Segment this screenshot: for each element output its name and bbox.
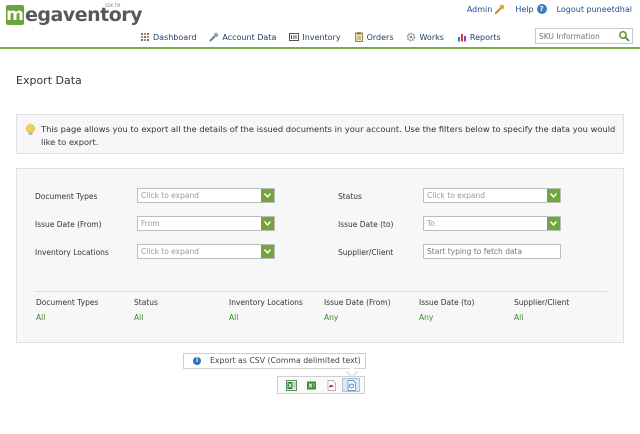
status-label: Status bbox=[338, 192, 362, 201]
info-text: This page allows you to export all the d… bbox=[41, 124, 616, 147]
select-value: Click to expand bbox=[141, 247, 199, 256]
supplier-client-input[interactable] bbox=[427, 246, 555, 257]
summary-divider bbox=[35, 291, 607, 292]
summary-value: All bbox=[514, 313, 524, 322]
select-value: To bbox=[427, 219, 435, 228]
logout-link[interactable]: Logout puneetdhal bbox=[557, 5, 632, 14]
summary-value: Any bbox=[324, 313, 339, 322]
issue-date-to-select[interactable]: To bbox=[423, 216, 561, 231]
document-types-select[interactable]: Click to expand bbox=[137, 188, 275, 203]
chevron-down-icon bbox=[264, 221, 271, 226]
export-pdf-button[interactable] bbox=[322, 378, 340, 392]
issue-date-from-label: Issue Date (From) bbox=[35, 220, 102, 229]
dropdown-arrow bbox=[547, 217, 560, 230]
select-value: Click to expand bbox=[141, 191, 199, 200]
summary-header: Inventory Locations bbox=[229, 298, 303, 307]
dashboard-icon bbox=[141, 33, 149, 41]
issue-date-to-label: Issue Date (to) bbox=[338, 220, 394, 229]
export-csv-button[interactable] bbox=[342, 378, 360, 392]
summary-header: Status bbox=[134, 298, 158, 307]
nav-label: Reports bbox=[469, 32, 501, 42]
summary-value: All bbox=[229, 313, 239, 322]
nav-item-orders[interactable]: Orders bbox=[354, 32, 394, 42]
chevron-down-icon bbox=[264, 193, 271, 198]
inventory-icon bbox=[289, 33, 300, 41]
dropdown-arrow bbox=[261, 217, 274, 230]
info-icon: i bbox=[193, 357, 201, 365]
summary-header: Issue Date (From) bbox=[324, 298, 391, 307]
admin-link[interactable]: Admin bbox=[467, 4, 506, 14]
nav-item-dashboard[interactable]: Dashboard bbox=[140, 32, 196, 42]
export-toolbar bbox=[277, 376, 365, 394]
status-select[interactable]: Click to expand bbox=[423, 188, 561, 203]
supplier-client-field bbox=[423, 244, 561, 259]
excel-xls-icon bbox=[306, 381, 316, 389]
summary-header: Document Types bbox=[36, 298, 99, 307]
lightbulb-icon bbox=[26, 124, 35, 135]
export-xlsx-button[interactable] bbox=[282, 378, 300, 392]
nav-item-works[interactable]: Works bbox=[406, 32, 444, 42]
filters-panel: Document Types Click to expand Status Cl… bbox=[16, 168, 624, 343]
select-value: Click to expand bbox=[427, 191, 485, 200]
logo-edition: SDK TM bbox=[105, 3, 121, 8]
nav-item-account-data[interactable]: Account Data bbox=[209, 32, 276, 42]
issue-date-from-select[interactable]: From bbox=[137, 216, 275, 231]
help-icon: ? bbox=[536, 4, 547, 14]
summary-value: All bbox=[134, 313, 144, 322]
sku-search bbox=[535, 28, 633, 44]
nav-label: Orders bbox=[366, 32, 394, 42]
export-tooltip: i Export as CSV (Comma delimited text) bbox=[183, 353, 366, 378]
help-link[interactable]: Help ? bbox=[515, 4, 547, 14]
logo-word: egaventory bbox=[25, 4, 143, 26]
search-icon[interactable] bbox=[618, 30, 630, 42]
summary-header: Issue Date (to) bbox=[419, 298, 475, 307]
inventory-locations-label: Inventory Locations bbox=[35, 248, 109, 257]
orders-icon bbox=[354, 32, 363, 42]
nav-label: Inventory bbox=[302, 32, 341, 42]
admin-link-label: Admin bbox=[466, 4, 493, 14]
nav-item-reports[interactable]: Reports bbox=[457, 32, 501, 42]
nav-item-inventory[interactable]: Inventory bbox=[289, 32, 341, 42]
wrench-icon bbox=[495, 4, 505, 14]
megaventory-logo[interactable]: m egaventory SDK TM bbox=[6, 3, 143, 27]
chevron-down-icon bbox=[550, 193, 557, 198]
summary-header: Supplier/Client bbox=[514, 298, 570, 307]
info-panel: This page allows you to export all the d… bbox=[16, 114, 624, 154]
gear-icon bbox=[407, 32, 416, 42]
nav-label: Works bbox=[419, 32, 444, 42]
bar-chart-icon bbox=[457, 34, 466, 42]
help-link-label: Help bbox=[515, 4, 534, 14]
chevron-down-icon bbox=[264, 249, 271, 254]
sku-search-input[interactable] bbox=[539, 30, 615, 42]
export-tooltip-text: Export as CSV (Comma delimited text) bbox=[210, 356, 361, 365]
supplier-client-label: Supplier/Client bbox=[338, 248, 394, 257]
summary-value: Any bbox=[419, 313, 434, 322]
nav-label: Dashboard bbox=[153, 32, 197, 42]
main-nav: Dashboard Account Data Inventory Orders bbox=[140, 30, 514, 44]
pdf-icon bbox=[327, 379, 336, 391]
chevron-down-icon bbox=[550, 221, 557, 226]
dropdown-arrow bbox=[547, 189, 560, 202]
top-links: Admin Help ? Logout puneetdhal bbox=[457, 3, 632, 15]
excel-xlsx-icon bbox=[285, 379, 297, 391]
summary-value: All bbox=[36, 313, 46, 322]
page-title: Export Data bbox=[16, 74, 82, 87]
dropdown-arrow bbox=[261, 189, 274, 202]
inventory-locations-select[interactable]: Click to expand bbox=[137, 244, 275, 259]
nav-label: Account Data bbox=[222, 32, 277, 42]
document-types-label: Document Types bbox=[35, 192, 98, 201]
dropdown-arrow bbox=[261, 245, 274, 258]
wrench-icon bbox=[209, 32, 219, 42]
logo-mark: m bbox=[6, 5, 24, 25]
header-divider bbox=[0, 47, 640, 49]
csv-icon bbox=[347, 379, 356, 391]
select-value: From bbox=[141, 219, 160, 228]
export-xls-button[interactable] bbox=[302, 378, 320, 392]
